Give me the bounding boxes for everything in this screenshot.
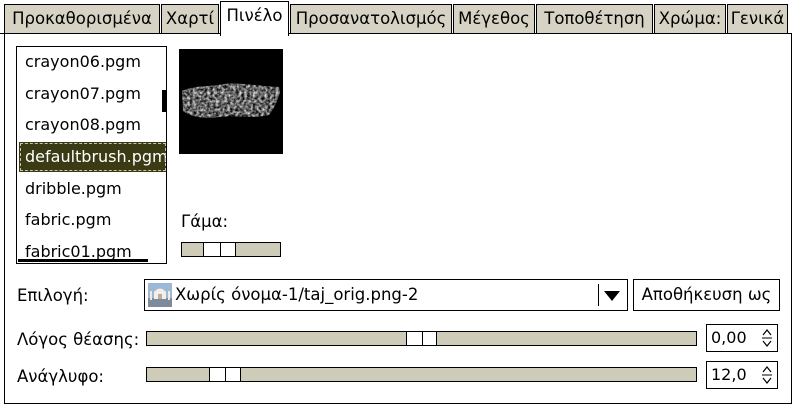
list-item[interactable]: dribble.pgm bbox=[19, 174, 166, 204]
image-thumbnail-icon bbox=[148, 283, 172, 307]
tab-paper[interactable]: Χαρτί bbox=[161, 4, 219, 34]
relief-spinbox[interactable]: 12,0 bbox=[706, 361, 778, 389]
relief-slider-handle[interactable] bbox=[209, 367, 241, 382]
brush-list[interactable]: crayon06.pgm crayon07.pgm crayon08.pgm d… bbox=[16, 46, 167, 264]
tab-general[interactable]: Γενικά bbox=[727, 4, 788, 34]
relief-slider[interactable] bbox=[146, 367, 697, 382]
list-item[interactable]: crayon07.pgm bbox=[19, 79, 166, 109]
gamma-slider[interactable] bbox=[181, 242, 281, 257]
dropdown-arrow-icon bbox=[598, 284, 620, 306]
tab-size[interactable]: Μέγεθος bbox=[453, 4, 535, 34]
aspect-ratio-slider[interactable] bbox=[146, 331, 697, 346]
selection-combobox[interactable]: Χωρίς όνομα-1/taj_orig.png-2 bbox=[144, 279, 628, 311]
gamma-label: Γάμα: bbox=[181, 212, 229, 231]
tab-bar: Προκαθορισμένα Χαρτί Προσανατολισμός Μέγ… bbox=[0, 0, 796, 36]
tab-placement[interactable]: Τοποθέτηση bbox=[536, 4, 653, 34]
list-item-selected[interactable]: defaultbrush.pgm bbox=[19, 142, 166, 172]
selection-value: Χωρίς όνομα-1/taj_orig.png-2 bbox=[175, 285, 419, 304]
tab-presets[interactable]: Προκαθορισμένα bbox=[4, 4, 160, 34]
tab-color[interactable]: Χρώμα: bbox=[654, 4, 726, 34]
selection-label: Επιλογή: bbox=[17, 286, 89, 305]
aspect-ratio-label: Λόγος θέασης: bbox=[17, 330, 140, 349]
spin-arrows-icon[interactable] bbox=[761, 364, 773, 386]
list-item[interactable]: crayon06.pgm bbox=[19, 47, 166, 77]
tab-brush[interactable]: Πινέλο bbox=[220, 1, 289, 36]
gamma-slider-handle[interactable] bbox=[203, 242, 236, 257]
list-item[interactable]: crayon08.pgm bbox=[19, 110, 166, 140]
tab-orientation[interactable]: Προσανατολισμός bbox=[290, 4, 452, 34]
brush-stroke-image bbox=[182, 83, 280, 118]
save-as-button[interactable]: Αποθήκευση ως bbox=[633, 279, 780, 311]
list-item[interactable]: fabric.pgm bbox=[19, 205, 166, 235]
relief-label: Ανάγλυφο: bbox=[17, 367, 104, 386]
spin-arrows-icon[interactable] bbox=[761, 327, 773, 349]
aspect-ratio-value: 0,00 bbox=[711, 328, 747, 347]
list-vertical-scrollbar[interactable] bbox=[162, 90, 166, 112]
dropdown-arrow-button[interactable] bbox=[598, 279, 628, 311]
list-horizontal-scrollbar[interactable] bbox=[18, 259, 148, 262]
aspect-ratio-spinbox[interactable]: 0,00 bbox=[706, 324, 778, 352]
brush-preview bbox=[179, 49, 283, 154]
relief-value: 12,0 bbox=[711, 365, 747, 384]
aspect-ratio-slider-handle[interactable] bbox=[406, 331, 437, 346]
